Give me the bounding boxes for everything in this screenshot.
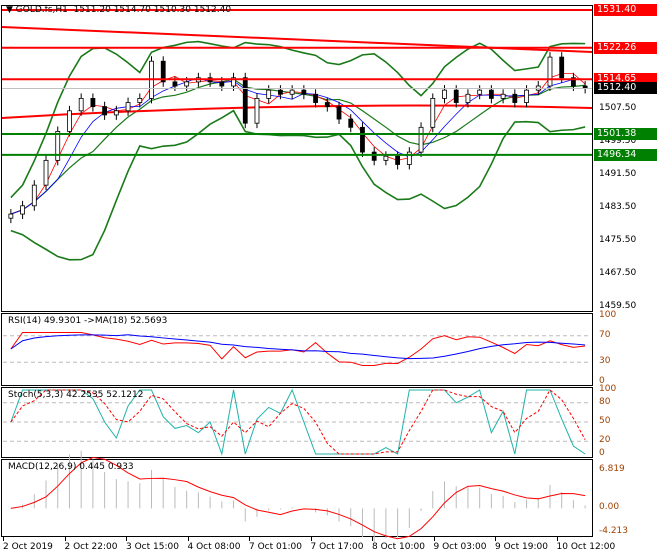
- time-tick: [372, 537, 373, 541]
- candle-body: [430, 97, 436, 128]
- rsi-line: [10, 332, 586, 366]
- candle-body: [8, 213, 14, 219]
- time-tick: [249, 537, 250, 541]
- candle-body: [172, 81, 178, 87]
- candle-body: [477, 89, 483, 95]
- candle-body: [78, 97, 84, 112]
- candle-body: [113, 110, 119, 116]
- candle-body: [278, 89, 283, 95]
- candle-body: [500, 93, 506, 99]
- candle-body: [371, 151, 377, 161]
- price-axis-label: 1507.50: [599, 102, 637, 113]
- rsi-ma-line: [10, 334, 586, 360]
- candle-body: [512, 93, 518, 103]
- rsi-axis-label: 70: [599, 329, 611, 340]
- price-axis-label: 1475.50: [599, 234, 637, 245]
- candle-body: [453, 89, 459, 103]
- candle-body: [67, 110, 72, 132]
- level-price-tag: 1512.40: [594, 82, 657, 95]
- candle-body: [313, 93, 318, 103]
- time-axis-label: 2 Oct 2019: [3, 542, 53, 552]
- candle-body: [547, 56, 553, 87]
- candle-body: [360, 126, 365, 153]
- stoch-axis-label: 20: [599, 435, 611, 446]
- candle-body: [55, 131, 61, 161]
- candle-body: [102, 106, 108, 116]
- time-axis-label: 7 Oct 01:00: [249, 542, 302, 552]
- price-axis-label: 1483.50: [599, 201, 637, 212]
- ohlc-values: 1511.20 1514.70 1510.30 1512.40: [73, 5, 232, 15]
- chart-canvas: [1, 9, 593, 543]
- time-tick: [310, 537, 312, 541]
- time-tick: [3, 537, 4, 541]
- level-price-tag: 1496.34: [594, 148, 657, 161]
- macd-axis-label: 0.00: [599, 502, 620, 513]
- time-tick: [495, 537, 496, 541]
- dropdown-icon[interactable]: ▼: [6, 5, 16, 15]
- time-axis-label: 9 Oct 19:00: [495, 542, 548, 552]
- rsi-axis-label: 30: [599, 356, 611, 367]
- time-tick: [187, 537, 189, 541]
- ma-fast: [10, 73, 586, 215]
- time-tick: [126, 537, 127, 541]
- symbol-label: GOLD.fs,H1: [15, 5, 68, 15]
- candle-body: [383, 155, 389, 161]
- time-axis-label: 8 Oct 10:00: [372, 542, 425, 552]
- price-axis-label: 1491.50: [599, 168, 637, 179]
- time-tick: [433, 537, 435, 541]
- rsi-axis-label: 100: [599, 310, 617, 320]
- candle-body: [395, 155, 401, 165]
- bollinger-upper: [10, 40, 586, 199]
- candle-body: [242, 77, 248, 124]
- candle-body: [442, 89, 447, 99]
- time-axis-label: 2 Oct 22:00: [64, 542, 118, 552]
- time-axis-label: 3 Oct 15:00: [126, 542, 179, 552]
- candle-body: [324, 102, 330, 108]
- chart-header: ▼ GOLD.fs,H1 1511.20 1514.70 1510.30 151…: [6, 5, 231, 15]
- candle-body: [559, 56, 565, 79]
- candle-body: [348, 118, 354, 128]
- time-tick: [556, 537, 558, 541]
- time-axis-label: 9 Oct 03:00: [433, 542, 487, 552]
- candle-body: [488, 89, 494, 99]
- macd-axis-label: 6.819: [599, 464, 625, 474]
- stoch-axis-label: 0: [599, 448, 605, 458]
- time-tick: [64, 537, 66, 541]
- stoch-axis-label: 80: [599, 396, 611, 407]
- macd-axis-label: -4.213: [599, 526, 629, 536]
- candle-body: [524, 89, 529, 103]
- rsi-label: RSI(14) 49.9301 ->MA(18) 52.5693: [8, 316, 168, 326]
- candle-body: [137, 97, 143, 103]
- candle-body: [301, 89, 307, 95]
- stoch-label: Stoch(5,3,3) 42.2535 52.1212: [8, 390, 144, 400]
- candle-body: [465, 93, 471, 103]
- candle-body: [31, 184, 37, 207]
- price-axis-label: 1467.50: [599, 267, 637, 278]
- candle-body: [289, 89, 295, 95]
- level-price-tag: 1531.40: [594, 4, 657, 16]
- candle-body: [418, 126, 424, 153]
- candle-body: [43, 159, 49, 186]
- stoch-axis-label: 100: [599, 384, 617, 394]
- macd-label: MACD(12,26,9) 0.445 0.933: [8, 462, 134, 472]
- candle-body: [184, 81, 190, 87]
- candle-body: [266, 89, 272, 99]
- candle-body: [336, 106, 342, 120]
- candle-body: [219, 81, 225, 87]
- candle-body: [254, 97, 260, 124]
- time-axis-label: 7 Oct 17:00: [310, 542, 364, 552]
- candle-body: [125, 102, 131, 112]
- candle-body: [90, 97, 96, 108]
- time-axis-label: 4 Oct 08:00: [187, 542, 241, 552]
- level-price-tag: 1522.26: [594, 41, 657, 54]
- time-axis-label: 10 Oct 12:00: [556, 542, 616, 552]
- level-price-tag: 1501.38: [594, 128, 657, 140]
- stoch-axis-label: 50: [599, 416, 611, 426]
- candle-body: [20, 205, 25, 215]
